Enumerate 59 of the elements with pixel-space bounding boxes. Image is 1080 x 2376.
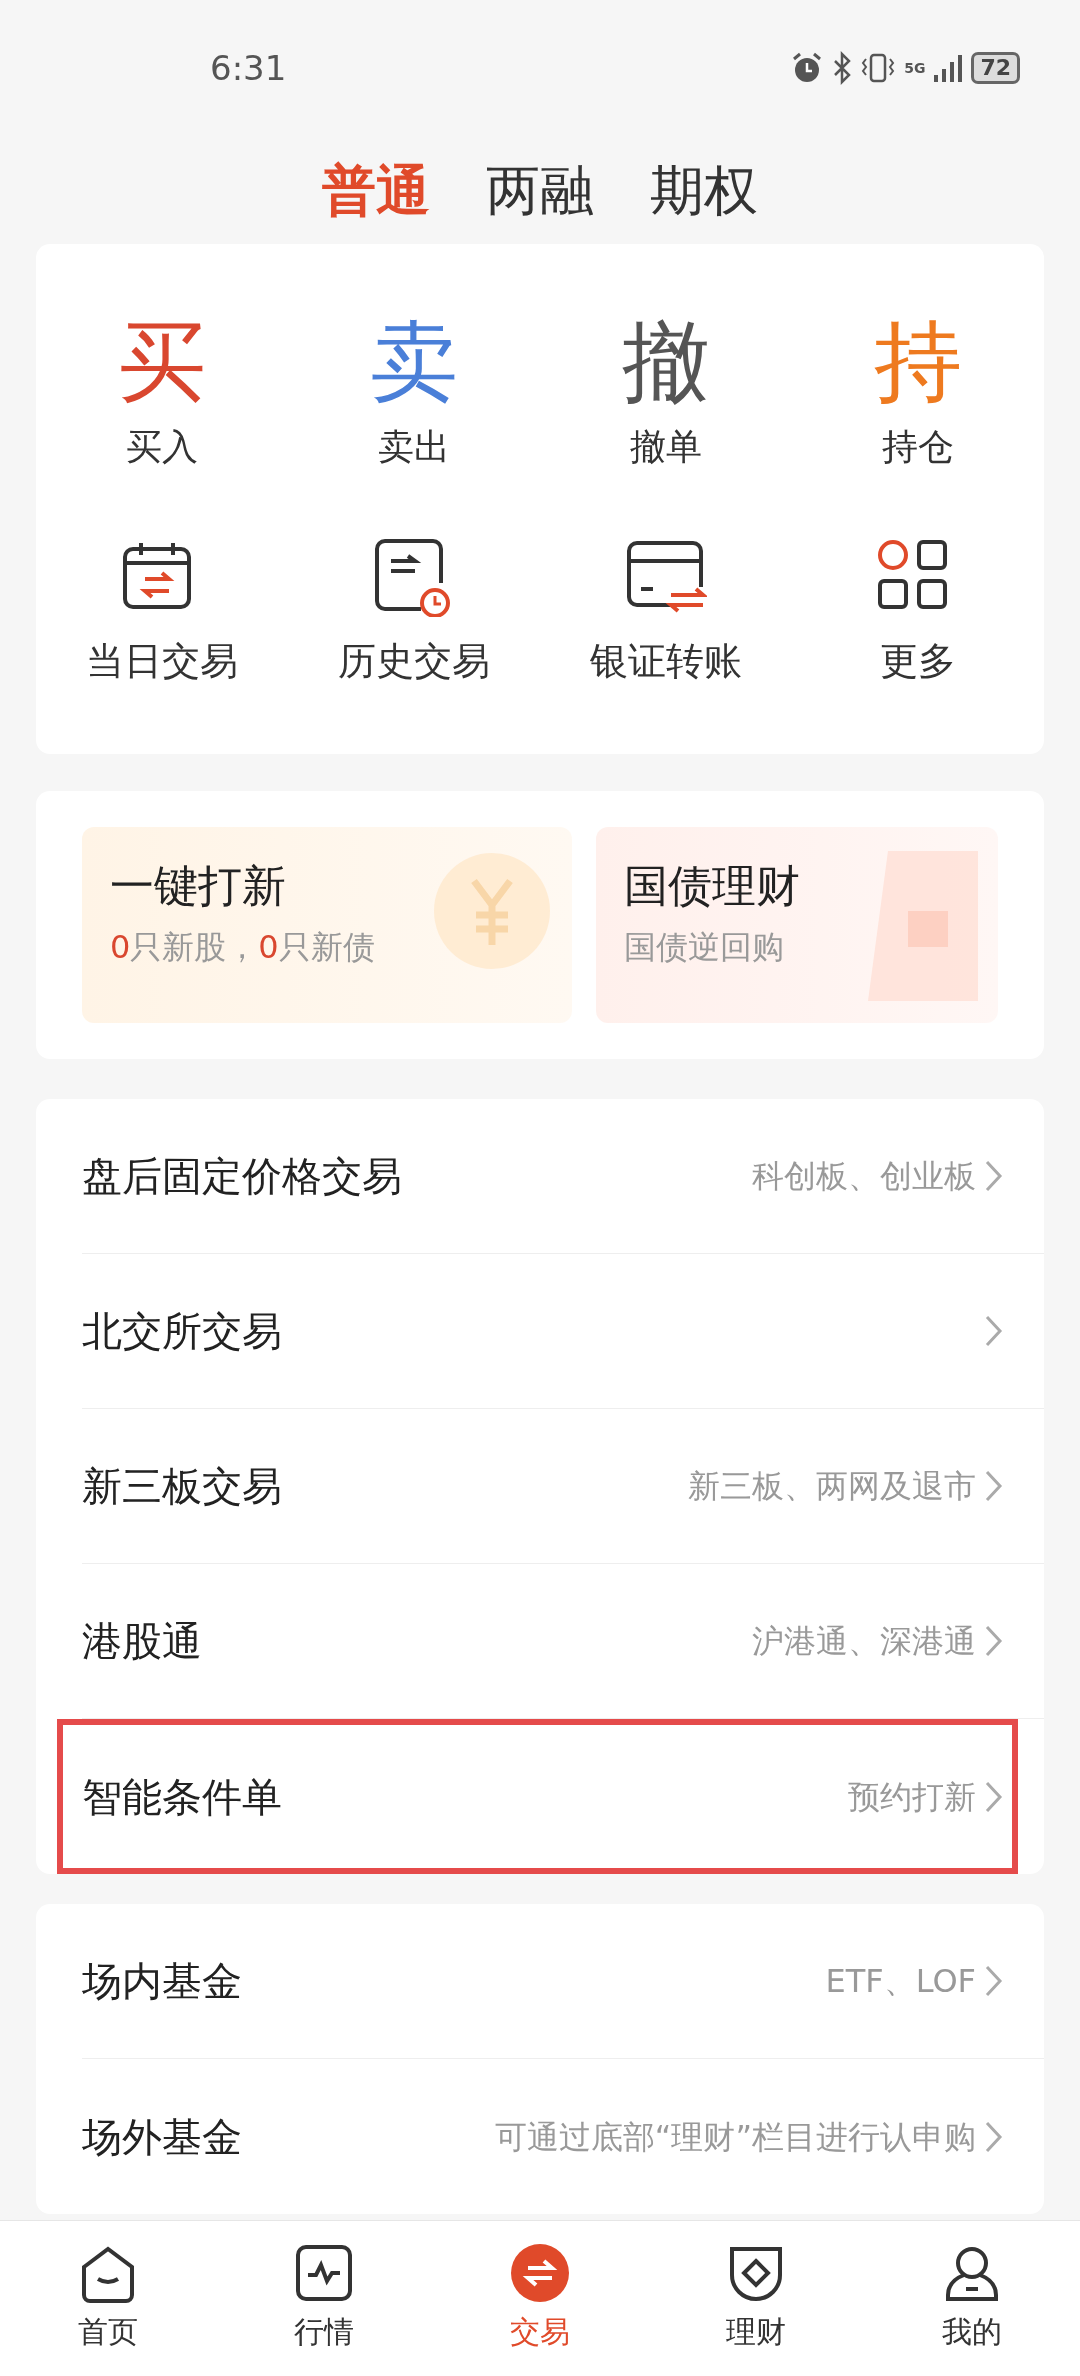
item-detail: 可通过底部“理财”栏目进行认申购 [494,2116,976,2158]
chevron-right-icon [984,1779,1004,1814]
promo-card[interactable]: 一键打新 0只新股，0只新债 [82,827,573,1023]
nav-tab[interactable]: 行情 [216,2243,432,2354]
list-item[interactable]: 港股通 沪港通、深港通 [82,1564,1044,1719]
tool-label[interactable]: 银证转账 [590,632,742,690]
action-glyph[interactable]: 卖 [370,318,458,406]
promo-subtitle: 国债逆回购 [624,927,786,968]
battery-level: 72 [971,52,1020,84]
promo-title: 国债理财 [624,859,802,913]
item-detail: ETF、LOF [825,1961,976,2002]
bluetooth-icon [832,51,853,85]
item-detail: 沪港通、深港通 [752,1621,976,1662]
nav-tab[interactable]: 首页 [0,2243,216,2354]
item-title: 新三板交易 [82,1462,282,1511]
nav-tab[interactable]: 理财 [648,2243,864,2354]
list-item[interactable]: 场外基金 可通过底部“理财”栏目进行认申购 [82,2059,1044,2214]
chevron-right-icon [984,1159,1004,1193]
chevron-right-icon [984,2119,1004,2154]
item-title: 盘后固定价格交易 [82,1152,402,1201]
nav-tab[interactable]: 交易 [432,2243,648,2354]
promo-card[interactable]: 国债理财 国债逆回购 [596,827,998,1023]
action-label[interactable]: 持仓 [882,420,954,474]
action-label[interactable]: 买入 [126,420,198,474]
item-title: 北交所交易 [82,1307,282,1356]
tab[interactable]: 两融 [486,149,594,231]
nav-tab[interactable]: 我的 [864,2243,1080,2354]
chevron-right-icon [984,1314,1004,1348]
tab[interactable]: 普通 [322,149,430,231]
action-label[interactable]: 卖出 [378,420,450,474]
list-item[interactable]: 智能条件单 预约打新 [57,1719,1018,1874]
tool-label[interactable]: 历史交易 [338,632,490,690]
item-detail: 科创板、创业板 [752,1156,976,1197]
list-item[interactable]: 北交所交易 [82,1254,1044,1409]
exchange-icon [510,2243,570,2305]
chevron-right-icon [984,1964,1004,1998]
chevron-right-icon [984,1624,1004,1658]
action-label[interactable]: 撤单 [630,420,702,474]
list-item[interactable]: 新三板交易 新三板、两网及退市 [82,1409,1044,1564]
action-glyph[interactable]: 买 [118,318,206,406]
vibrate-icon [860,51,897,85]
chevron-right-icon [984,1469,1004,1503]
item-detail: 新三板、两网及退市 [688,1466,976,1507]
tab[interactable]: 期权 [650,149,758,231]
item-title: 场外基金 [82,2112,242,2162]
action-glyph[interactable]: 撤 [622,318,710,406]
list-item[interactable]: 场内基金 ETF、LOF [82,1904,1044,2059]
item-detail: 预约打新 [848,1776,976,1818]
signal-icon [933,53,964,83]
tool-label[interactable]: 当日交易 [86,632,238,690]
network-label: 5G [904,61,926,75]
status-time: 6:31 [210,46,287,90]
item-title: 场内基金 [82,1957,242,2006]
item-title: 港股通 [82,1617,202,1666]
promo-subtitle: 0只新股，0只新债 [110,927,376,968]
promo-title: 一键打新 [110,859,287,913]
item-title: 智能条件单 [82,1772,282,1822]
list-item[interactable]: 盘后固定价格交易 科创板、创业板 [82,1099,1044,1254]
tool-label[interactable]: 更多 [880,632,956,690]
